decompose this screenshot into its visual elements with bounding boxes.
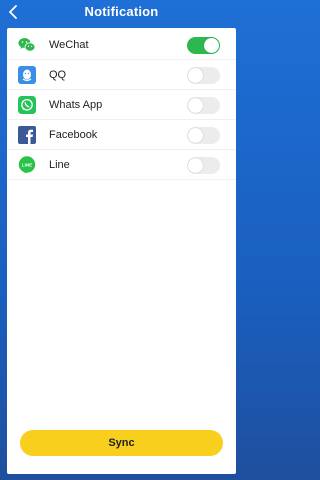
line-icon: LINE [18, 156, 36, 174]
app-label: QQ [49, 69, 67, 81]
app-row-qq: QQ [7, 60, 236, 90]
line-toggle[interactable] [187, 157, 220, 174]
app-label: Facebook [49, 129, 98, 141]
wechat-toggle[interactable] [187, 37, 220, 54]
facebook-icon [18, 126, 36, 144]
app-row-wechat: WeChat [7, 30, 236, 60]
app-label: WeChat [49, 39, 89, 51]
facebook-toggle[interactable] [187, 127, 220, 144]
app-label: Line [49, 159, 70, 171]
header-bar: Notification [0, 0, 243, 26]
whatsapp-icon [18, 96, 36, 114]
wechat-icon [18, 36, 36, 54]
page-title: Notification [84, 4, 159, 19]
app-label: Whats App [49, 99, 103, 111]
qq-icon [18, 66, 36, 84]
notification-card: WeChat QQ Whats App Facebook LINE Line S… [7, 28, 236, 474]
whatsapp-toggle[interactable] [187, 97, 220, 114]
line-icon-text: LINE [22, 163, 32, 168]
divider [7, 179, 236, 180]
app-row-line: LINE Line [7, 150, 236, 180]
qq-toggle[interactable] [187, 67, 220, 84]
app-row-facebook: Facebook [7, 120, 236, 150]
app-row-whatsapp: Whats App [7, 90, 236, 120]
sync-button[interactable]: Sync [20, 430, 223, 456]
